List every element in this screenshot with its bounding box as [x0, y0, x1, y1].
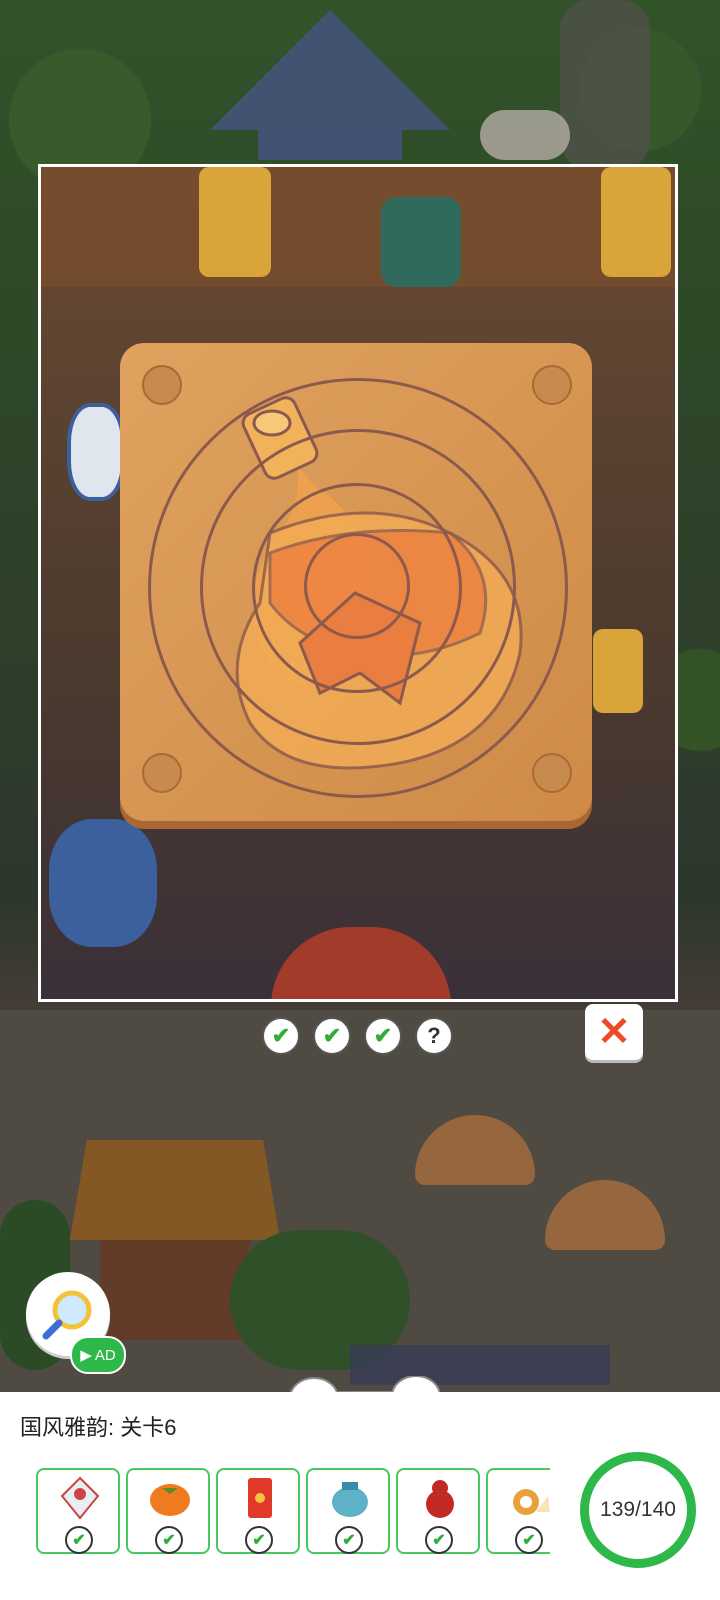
kite-icon [60, 1476, 100, 1520]
blue-jar-icon [332, 1482, 368, 1517]
ad-label: AD [94, 1346, 116, 1364]
red-envelope-icon [248, 1478, 272, 1518]
found-item-snail[interactable]: ✔ [486, 1468, 550, 1554]
wooden-board[interactable] [120, 343, 592, 821]
stage-check-3: ✔ [364, 1017, 402, 1055]
stage-checks: ✔ ✔ ✔ ? [262, 1017, 453, 1057]
play-icon: ▶ [80, 1347, 92, 1364]
rotating-ring-center[interactable] [304, 533, 410, 639]
ad-badge[interactable]: ▶ AD [70, 1336, 126, 1374]
found-check: ✔ [515, 1526, 543, 1554]
vase [67, 403, 125, 501]
lantern [593, 629, 643, 713]
persimmon-icon [150, 1484, 190, 1516]
lantern [199, 167, 271, 277]
close-button[interactable]: ✕ [585, 1004, 643, 1060]
mushroom-stool [271, 927, 451, 999]
magnifier-icon [42, 1290, 92, 1340]
found-check: ✔ [155, 1526, 183, 1554]
found-item-red-gourd[interactable]: ✔ [396, 1468, 480, 1554]
puzzle-window[interactable] [38, 164, 678, 1002]
stage-check-2: ✔ [313, 1017, 351, 1055]
stage-check-1: ✔ [262, 1017, 300, 1055]
jar [49, 819, 157, 947]
stage-check-4: ? [415, 1017, 453, 1055]
found-item-persimmon[interactable]: ✔ [126, 1468, 210, 1554]
shelf [41, 167, 675, 287]
found-check: ✔ [425, 1526, 453, 1554]
found-items-list[interactable]: ✔ ✔ ✔ ✔ ✔ ✔ [30, 1468, 550, 1560]
snail-icon [513, 1489, 550, 1515]
progress-counter: 139/140 [580, 1452, 696, 1568]
red-gourd-icon [426, 1480, 454, 1518]
level-title: 国风雅韵: 关卡6 [20, 1415, 177, 1440]
found-check: ✔ [335, 1526, 363, 1554]
progress-label: 139/140 [600, 1498, 676, 1521]
bronze-vessel [381, 197, 461, 287]
found-item-red-envelope[interactable]: ✔ [216, 1468, 300, 1554]
found-check: ✔ [245, 1526, 273, 1554]
found-item-blue-jar[interactable]: ✔ [306, 1468, 390, 1554]
found-check: ✔ [65, 1526, 93, 1554]
lantern [601, 167, 671, 277]
found-item-kite[interactable]: ✔ [36, 1468, 120, 1554]
